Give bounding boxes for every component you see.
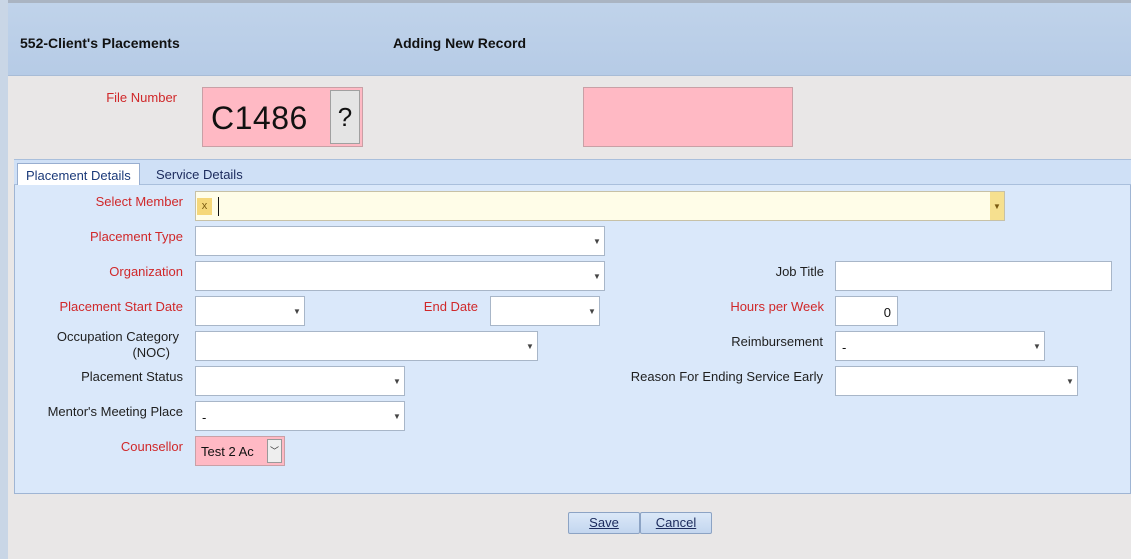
mentors-meeting-place-value: - (202, 410, 207, 425)
tab-placement-details[interactable]: Placement Details (17, 163, 140, 186)
counsellor-value: Test 2 Ac (201, 444, 254, 459)
clear-member-chip[interactable]: x (197, 198, 212, 215)
placement-type-select[interactable]: ▼ (195, 226, 605, 256)
reimbursement-select[interactable]: - ▼ (835, 331, 1045, 361)
text-caret (218, 197, 219, 216)
chevron-down-icon[interactable]: ▼ (590, 262, 604, 290)
reason-for-ending-select[interactable]: ▼ (835, 366, 1078, 396)
form-mode: Adding New Record (393, 35, 527, 51)
occupation-category-select[interactable]: ▼ (195, 331, 538, 361)
job-title-input[interactable] (835, 261, 1112, 291)
placement-start-date-label: Placement Start Date (59, 299, 183, 314)
save-button[interactable]: Save (568, 512, 640, 534)
client-name-field (583, 87, 793, 147)
hours-per-week-input[interactable]: 0 (835, 296, 898, 326)
file-number-value: C1486 (211, 100, 308, 136)
job-title-label: Job Title (775, 264, 824, 279)
save-button-label: Save (589, 515, 619, 530)
form-title: 552-Client's Placements (20, 35, 180, 51)
placement-type-label: Placement Type (90, 229, 183, 244)
chevron-down-icon[interactable]: ▼ (290, 297, 304, 325)
chevron-down-icon[interactable]: ▼ (590, 227, 604, 255)
tab-bar: Placement Details Service Details (14, 159, 1131, 186)
reimbursement-value: - (842, 340, 847, 355)
placement-start-date-picker[interactable]: ▼ (195, 296, 305, 326)
placement-status-select[interactable]: ▼ (195, 366, 405, 396)
chevron-down-icon[interactable]: ▼ (1030, 332, 1044, 360)
chevron-down-icon[interactable]: ▼ (990, 192, 1004, 220)
hours-per-week-label: Hours per Week (730, 299, 824, 314)
mentors-meeting-place-select[interactable]: - ▼ (195, 401, 405, 431)
chevron-down-icon[interactable]: ▼ (390, 367, 404, 395)
reimbursement-label: Reimbursement (731, 334, 823, 349)
hours-per-week-value: 0 (883, 305, 891, 320)
chevron-down-icon[interactable]: ▼ (390, 402, 404, 430)
select-member-combobox[interactable]: x ▼ (195, 191, 1005, 221)
file-lookup-button[interactable]: ? (330, 90, 360, 144)
file-number-field[interactable]: C1486 ? (202, 87, 363, 147)
window-left-border (0, 0, 8, 559)
end-date-picker[interactable]: ▼ (490, 296, 600, 326)
occupation-category-label-line2: (NOC) (132, 345, 170, 360)
chevron-down-icon[interactable]: ▼ (1063, 367, 1077, 395)
cancel-button[interactable]: Cancel (640, 512, 712, 534)
reason-for-ending-label: Reason For Ending Service Early (630, 369, 823, 384)
chevron-down-icon[interactable]: ▼ (585, 297, 599, 325)
chevron-down-icon[interactable]: ▼ (523, 332, 537, 360)
form-header: 552-Client's Placements Adding New Recor… (8, 3, 1131, 76)
placement-status-label: Placement Status (81, 369, 183, 384)
chevron-down-icon[interactable]: ﹀ (267, 439, 282, 463)
select-member-label: Select Member (95, 194, 183, 209)
occupation-category-label: Occupation Category (NOC) (20, 329, 179, 360)
counsellor-label: Counsellor (120, 439, 183, 454)
cancel-button-label: Cancel (655, 515, 697, 530)
file-number-label: File Number (106, 90, 177, 105)
counsellor-select[interactable]: Test 2 Ac ﹀ (195, 436, 285, 466)
occupation-category-label-line1: Occupation Category (56, 329, 179, 344)
organization-label: Organization (109, 264, 183, 279)
end-date-label: End Date (423, 299, 478, 314)
organization-select[interactable]: ▼ (195, 261, 605, 291)
tab-service-details[interactable]: Service Details (148, 163, 251, 186)
mentors-meeting-place-label: Mentor's Meeting Place (47, 404, 183, 419)
